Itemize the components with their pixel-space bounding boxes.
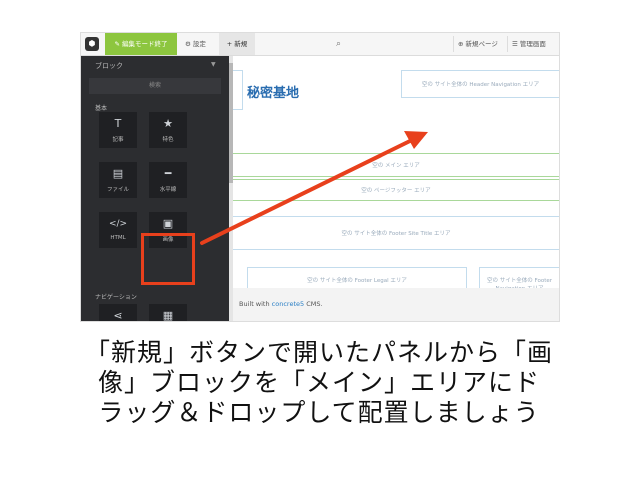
site-title: 秘密基地	[247, 86, 300, 101]
built-with-footer: Built with concrete5 CMS.	[233, 288, 559, 321]
text-icon: T	[114, 117, 122, 130]
calendar-icon: ▦	[162, 309, 174, 322]
instruction-caption: 「新規」ボタンで開いたパネルから「画 像」ブロックを「メイン」エリアにド ラッグ…	[0, 338, 638, 428]
built-with-suffix: CMS.	[304, 300, 323, 308]
image-block-highlight	[141, 233, 195, 285]
block-feature[interactable]: ★ 特色	[149, 112, 187, 148]
block-label: ファイル	[106, 187, 129, 193]
exit-edit-mode-button[interactable]: ✎ 編集モード終了	[105, 33, 177, 55]
minus-icon: ━	[164, 167, 172, 180]
caption-line: 像」ブロックを「メイン」エリアにド	[97, 368, 540, 397]
concrete5-logo-icon[interactable]: ⬢	[85, 37, 99, 51]
area-page-footer[interactable]: 空の ページフッター エリア	[233, 179, 559, 201]
page-canvas: 秘密基地 空の サイト全体の Header Navigation エリア 空の …	[233, 56, 559, 321]
caption-line: 「新規」ボタンで開いたパネルから「画	[84, 338, 553, 367]
image-icon: ▣	[162, 217, 174, 230]
settings-button[interactable]: ⚙ 設定	[185, 33, 206, 55]
area-header-navigation[interactable]: 空の サイト全体の Header Navigation エリア	[401, 70, 559, 98]
block-html[interactable]: </> HTML	[99, 212, 137, 248]
built-with-prefix: Built with	[239, 300, 272, 308]
block-horizontal-rule[interactable]: ━ 水平線	[149, 162, 187, 198]
panel-title[interactable]: ブロック	[95, 61, 123, 71]
area-main[interactable]: 空の メイン エリア	[233, 153, 559, 177]
code-icon: </>	[108, 219, 128, 229]
search-icon[interactable]: ⌕	[336, 33, 341, 55]
section-navigation-label: ナビゲーション	[95, 294, 137, 301]
chevron-down-icon[interactable]: ▼	[211, 61, 216, 68]
caption-line: ラッグ＆ドロップして配置しましょう	[98, 398, 540, 427]
block-label: 記事	[112, 137, 124, 143]
admin-button[interactable]: ☰ 管理画面	[507, 36, 550, 52]
section-basic-label: 基本	[95, 105, 108, 112]
block-nav-2[interactable]: ▦	[149, 304, 187, 322]
block-nav-1[interactable]: ⋖	[99, 304, 137, 322]
new-page-button[interactable]: ⊕ 新規ページ	[453, 36, 502, 52]
block-label: 水平線	[159, 187, 177, 193]
block-search-input[interactable]: 検索	[89, 78, 221, 94]
star-icon: ★	[163, 117, 173, 130]
block-panel: ブロック ▼ 検索 基本 T 記事 ★ 特色 ▤ ファイル ━ 水平線 </> …	[81, 56, 229, 321]
block-content[interactable]: T 記事	[99, 112, 137, 148]
concrete5-link[interactable]: concrete5	[272, 300, 304, 308]
share-icon: ⋖	[113, 309, 123, 322]
new-button[interactable]: + 新規	[219, 33, 255, 55]
cms-screenshot: ⬢ ✎ 編集モード終了 ⚙ 設定 + 新規 ⌕ ⊕ 新規ページ ☰ 管理画面 ブ…	[80, 32, 560, 322]
area-footer-site-title[interactable]: 空の サイト全体の Footer Site Title エリア	[233, 216, 559, 250]
block-label: 特色	[162, 137, 174, 143]
block-label: HTML	[110, 235, 126, 241]
block-file[interactable]: ▤ ファイル	[99, 162, 137, 198]
area-header-site-title[interactable]	[233, 70, 243, 110]
toolbar: ⬢ ✎ 編集モード終了 ⚙ 設定 + 新規 ⌕ ⊕ 新規ページ ☰ 管理画面	[81, 33, 559, 56]
file-icon: ▤	[112, 167, 124, 180]
